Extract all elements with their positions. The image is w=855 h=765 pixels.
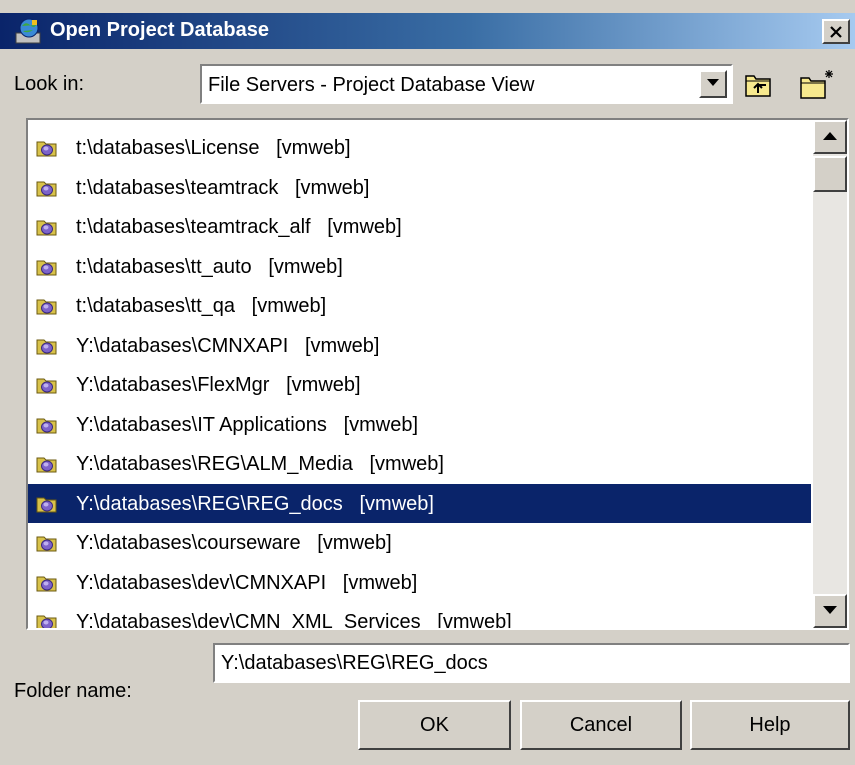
list-item[interactable]: t:\databases\teamtrack [vmweb] [28, 168, 811, 208]
list-item-label: Y:\databases\IT Applications [vmweb] [76, 413, 419, 436]
list-item[interactable]: Y:\databases\dev\CMN_XML_Services [vmweb… [28, 602, 811, 630]
database-folder-icon [36, 296, 58, 316]
list-item-label: Y:\databases\REG\REG_docs [vmweb] [76, 492, 434, 515]
arrow-down-icon [823, 606, 837, 614]
database-folder-icon [36, 336, 58, 356]
database-folder-icon [36, 533, 58, 553]
database-folder-icon [36, 454, 58, 474]
list-item-label: Y:\databases\courseware [vmweb] [76, 532, 392, 554]
database-folder-icon [36, 178, 58, 198]
database-folder-icon [36, 415, 58, 435]
list-item[interactable]: Y:\databases\IT Applications [vmweb] [28, 405, 811, 445]
list-item[interactable]: Y:\databases\REG\REG_docs [vmweb] [28, 483, 811, 523]
window-title: Open Project Database [50, 19, 269, 41]
list-item[interactable]: Y:\databases\REG\ALM_Media [vmweb] [28, 444, 811, 484]
close-button[interactable] [822, 19, 850, 44]
list-item[interactable]: Y:\databases\FlexMgr [vmweb] [28, 365, 811, 405]
list-item[interactable]: Y:\databases\dev\CMNXAPI [vmweb] [28, 563, 811, 603]
ok-button[interactable]: OK [358, 700, 511, 750]
list-item-label: Y:\databases\CMNXAPI [vmweb] [76, 334, 380, 357]
list-item-label: t:\databases\License [vmweb] [76, 137, 351, 159]
new-folder-icon [800, 70, 833, 99]
list-item-label: t:\databases\tt_auto [vmweb] [76, 255, 343, 278]
database-folder-icon [36, 494, 58, 514]
close-icon [830, 26, 842, 38]
look-in-dropdown[interactable]: File Servers - Project Database View [200, 64, 733, 104]
up-one-level-button[interactable] [740, 66, 780, 102]
database-folder-icon [36, 257, 58, 277]
scroll-thumb[interactable] [813, 156, 847, 192]
scroll-up-button[interactable] [813, 120, 847, 154]
open-project-database-dialog: Open Project Database Look in: File Serv… [0, 0, 855, 765]
list-item[interactable]: Y:\databases\CMNXAPI [vmweb] [28, 326, 811, 366]
look-in-label: Look in: [14, 73, 85, 95]
create-new-folder-button[interactable] [797, 66, 837, 102]
look-in-value: File Servers - Project Database View [208, 74, 535, 96]
folder-name-input[interactable] [213, 643, 850, 683]
list-item-label: Y:\databases\FlexMgr [vmweb] [76, 374, 361, 396]
database-folder-icon [36, 612, 58, 628]
folder-name-label: Folder name: [14, 680, 132, 702]
help-button[interactable]: Help [690, 700, 850, 750]
arrow-up-icon [823, 132, 837, 140]
list-item-label: t:\databases\teamtrack_alf [vmweb] [76, 216, 402, 238]
database-folder-icon [36, 573, 58, 593]
app-globe-icon [14, 17, 44, 45]
list-item-label: Y:\databases\REG\ALM_Media [vmweb] [76, 453, 444, 475]
database-folder-icon [36, 138, 58, 158]
list-item[interactable]: t:\databases\teamtrack_alf [vmweb] [28, 207, 811, 247]
database-folder-icon [36, 375, 58, 395]
title-bar[interactable]: Open Project Database [0, 13, 855, 49]
cancel-button[interactable]: Cancel [520, 700, 682, 750]
dropdown-arrow-button[interactable] [699, 70, 727, 98]
database-folder-icon [36, 217, 58, 237]
vertical-scrollbar[interactable] [813, 120, 847, 628]
list-item-label: t:\databases\teamtrack [vmweb] [76, 176, 370, 199]
list-item-label: t:\databases\tt_qa [vmweb] [76, 295, 327, 317]
up-folder-icon [745, 75, 771, 97]
list-item[interactable]: t:\databases\License [vmweb] [28, 128, 811, 168]
folder-list[interactable]: t:\databases\License [vmweb] t:\databases… [26, 118, 849, 630]
scroll-down-button[interactable] [813, 594, 847, 628]
folder-list-items: t:\databases\License [vmweb] t:\databases… [28, 128, 811, 630]
list-item-label: Y:\databases\dev\CMN_XML_Services [vmweb… [76, 611, 512, 630]
list-item[interactable]: t:\databases\tt_qa [vmweb] [28, 286, 811, 326]
list-item[interactable]: Y:\databases\courseware [vmweb] [28, 523, 811, 563]
chevron-down-icon [707, 79, 719, 86]
list-item-label: Y:\databases\dev\CMNXAPI [vmweb] [76, 571, 418, 594]
list-item[interactable]: t:\databases\tt_auto [vmweb] [28, 247, 811, 287]
